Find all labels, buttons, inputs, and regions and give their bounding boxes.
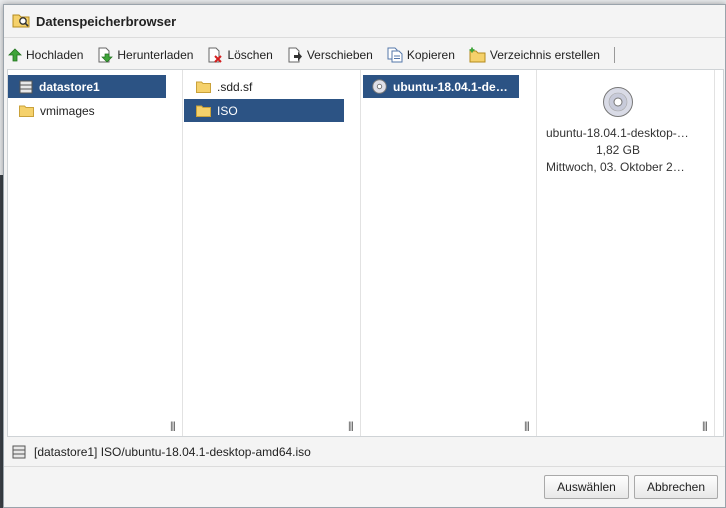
- delete-icon: [208, 47, 223, 63]
- files-column: ubuntu-18.04.1-desktop-amd64.iso: [362, 70, 521, 436]
- details-file-name: ubuntu-18.04.1-desktop-amd64.iso: [546, 126, 698, 140]
- file-browser: datastore1 vmimages ||| .sdd.sf ISO ||| …: [7, 69, 724, 437]
- toolbar: Hochladen Herunterladen Löschen Verschie…: [8, 43, 615, 67]
- folder-icon: [196, 81, 211, 93]
- details-file-size: 1,82 GB: [595, 143, 641, 157]
- column-resize-handle[interactable]: |||: [344, 70, 361, 436]
- folders-column: .sdd.sf ISO: [184, 70, 345, 436]
- path-bar: [datastore1] ISO/ubuntu-18.04.1-desktop-…: [7, 439, 722, 465]
- list-item-label: .sdd.sf: [217, 79, 253, 94]
- upload-label: Hochladen: [26, 48, 84, 62]
- delete-button[interactable]: Löschen: [207, 47, 273, 63]
- upload-arrow-icon: [8, 48, 22, 62]
- new-folder-icon: [469, 47, 486, 63]
- selected-path: [datastore1] ISO/ubuntu-18.04.1-desktop-…: [34, 445, 311, 459]
- datastore-browser-icon: [12, 12, 30, 31]
- datastore-icon: [12, 445, 26, 459]
- create-folder-button[interactable]: Verzeichnis erstellen: [469, 47, 600, 63]
- list-item-sdd-sf[interactable]: .sdd.sf: [184, 75, 344, 98]
- column-resize-handle[interactable]: |||: [166, 70, 183, 436]
- datastore-icon: [19, 80, 33, 93]
- download-button[interactable]: Herunterladen: [97, 47, 193, 63]
- move-button[interactable]: Verschieben: [287, 47, 373, 63]
- create-folder-label: Verzeichnis erstellen: [489, 48, 600, 62]
- select-button[interactable]: Auswählen: [544, 475, 629, 499]
- toolbar-separator: [613, 47, 615, 63]
- list-item-label: datastore1: [39, 79, 100, 94]
- datastores-column: datastore1 vmimages: [8, 70, 167, 436]
- file-details-panel: ubuntu-18.04.1-desktop-amd64.iso 1,82 GB…: [538, 70, 698, 436]
- list-item-vmimages[interactable]: vmimages: [8, 99, 166, 122]
- copy-label: Kopieren: [406, 48, 455, 62]
- download-label: Herunterladen: [117, 48, 194, 62]
- list-item-label: ubuntu-18.04.1-desktop-amd64.iso: [393, 79, 511, 94]
- disc-large-icon: [538, 86, 698, 121]
- dialog-title: Datenspeicherbrowser: [36, 13, 177, 29]
- dialog-titlebar: Datenspeicherbrowser: [4, 5, 725, 38]
- list-item-datastore1[interactable]: datastore1: [8, 75, 166, 98]
- download-icon: [98, 47, 114, 63]
- move-icon: [288, 47, 302, 63]
- cancel-button[interactable]: Abbrechen: [634, 475, 718, 499]
- list-item-label: ISO: [217, 103, 238, 118]
- delete-label: Löschen: [227, 48, 273, 62]
- copy-button[interactable]: Kopieren: [387, 47, 455, 63]
- copy-icon: [387, 47, 403, 63]
- list-item-label: vmimages: [40, 103, 95, 118]
- column-resize-handle[interactable]: |||: [698, 70, 715, 436]
- list-item-ubuntu-iso[interactable]: ubuntu-18.04.1-desktop-amd64.iso: [363, 75, 519, 98]
- details-file-date: Mittwoch, 03. Oktober 2018: [546, 160, 693, 174]
- folder-icon: [196, 105, 211, 117]
- column-resize-handle[interactable]: |||: [520, 70, 537, 436]
- dialog-footer: Auswählen Abbrechen: [4, 466, 725, 507]
- move-label: Verschieben: [306, 48, 373, 62]
- folder-icon: [19, 105, 34, 117]
- upload-button[interactable]: Hochladen: [8, 48, 83, 62]
- list-item-iso[interactable]: ISO: [184, 99, 344, 122]
- disc-icon: [372, 79, 387, 94]
- datastore-browser-dialog: Datenspeicherbrowser Hochladen Herunterl…: [3, 4, 726, 508]
